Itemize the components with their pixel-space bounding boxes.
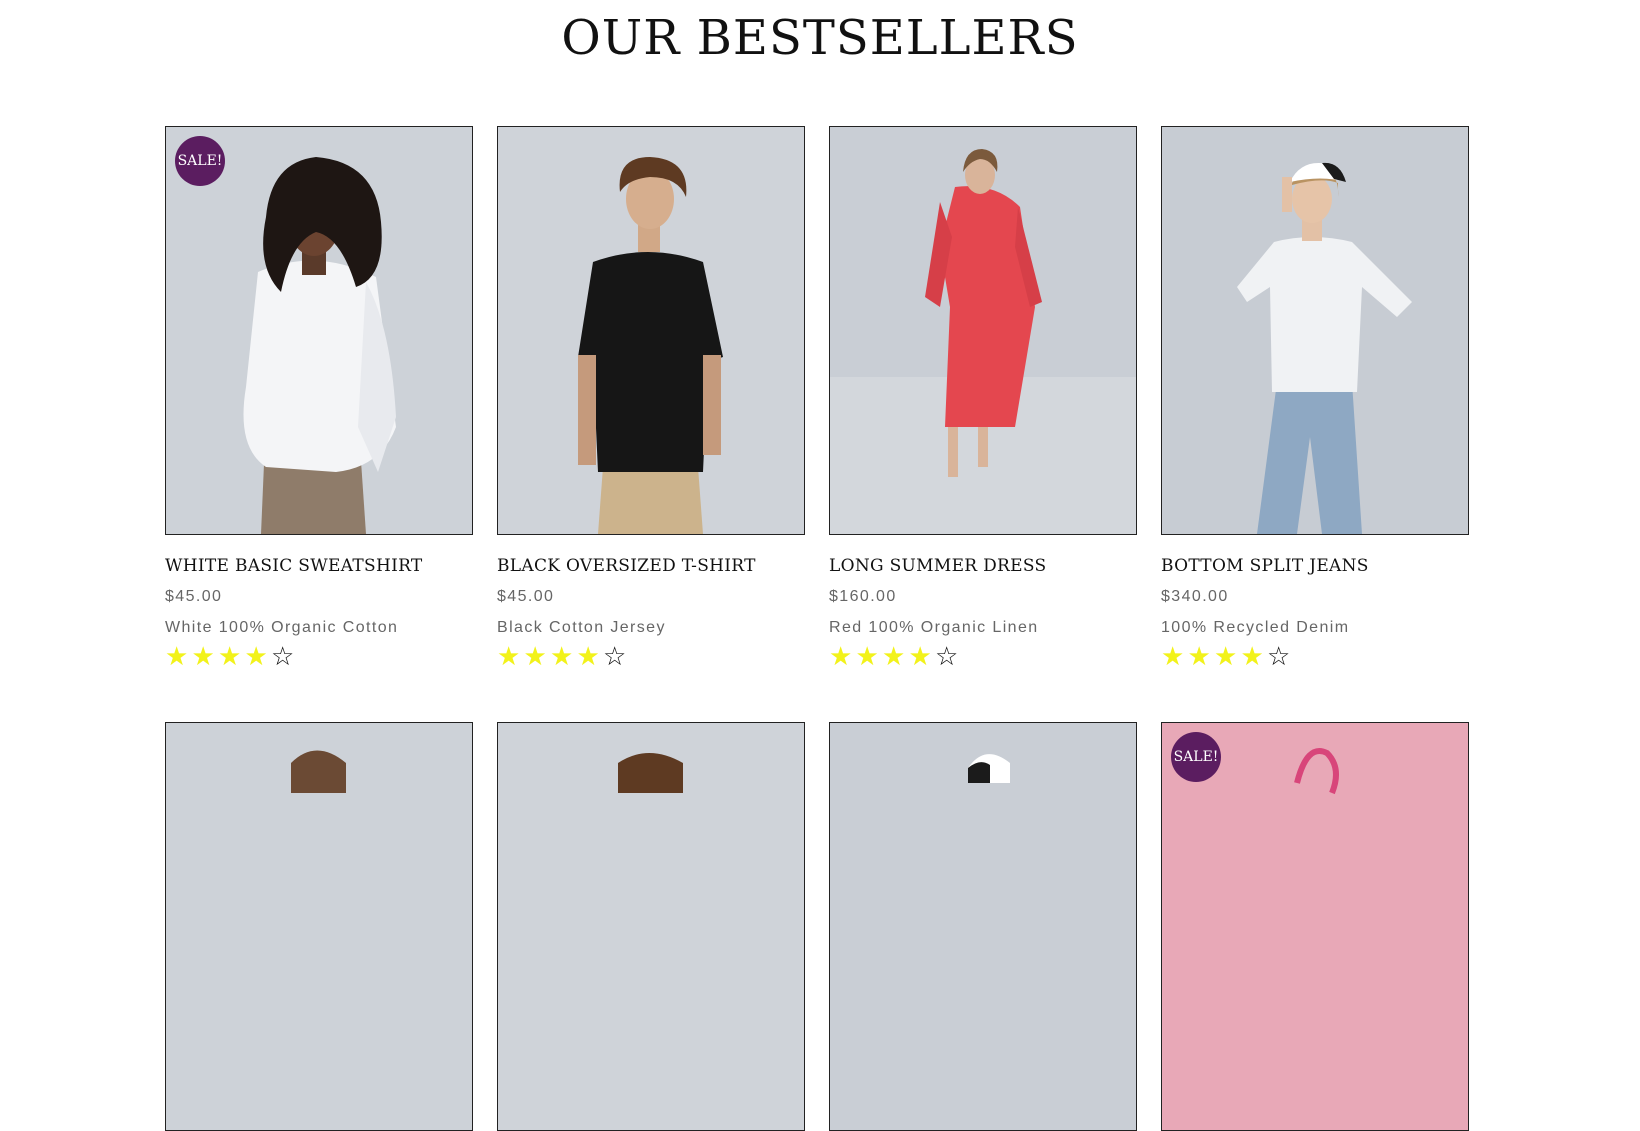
product-description: Red 100% Organic Linen <box>829 619 1039 636</box>
star-empty-icon: ☆ <box>935 641 959 671</box>
product-image[interactable]: SALE! <box>165 126 473 535</box>
star-filled-icon: ★ <box>1214 641 1238 671</box>
product-card[interactable]: LONG SUMMER DRESS $160.00 Red 100% Organ… <box>829 126 1137 669</box>
star-empty-icon: ☆ <box>271 641 295 671</box>
star-filled-icon: ★ <box>855 641 879 671</box>
product-card[interactable]: SALE! <box>1161 722 1469 1131</box>
product-price: $160.00 <box>829 588 897 605</box>
model-photo <box>830 723 1136 1130</box>
product-image[interactable] <box>1161 126 1469 535</box>
product-name[interactable]: LONG SUMMER DRESS <box>829 556 1137 576</box>
product-card[interactable] <box>829 722 1137 1131</box>
model-photo-split-jeans <box>1162 127 1468 534</box>
star-filled-icon: ★ <box>523 641 547 671</box>
star-empty-icon: ☆ <box>1267 641 1291 671</box>
sale-badge: SALE! <box>175 136 225 186</box>
product-image[interactable] <box>829 722 1137 1131</box>
page-title: OUR BESTSELLERS <box>561 10 1079 66</box>
rating-stars: ★ ★ ★ ★ ☆ <box>497 643 805 669</box>
product-image[interactable] <box>829 126 1137 535</box>
product-description: 100% Recycled Denim <box>1161 619 1350 636</box>
model-photo-red-dress <box>830 127 1136 534</box>
product-card[interactable]: BOTTOM SPLIT JEANS $340.00 100% Recycled… <box>1161 126 1469 669</box>
product-name[interactable]: BOTTOM SPLIT JEANS <box>1161 556 1469 576</box>
product-card[interactable]: SALE! WHITE BASIC SWEATSHIRT $45.00 Whit… <box>165 126 473 669</box>
product-image[interactable] <box>497 722 805 1131</box>
star-filled-icon: ★ <box>218 641 242 671</box>
product-description: White 100% Organic Cotton <box>165 619 399 636</box>
product-price: $340.00 <box>1161 588 1229 605</box>
star-filled-icon: ★ <box>244 641 268 671</box>
star-empty-icon: ☆ <box>603 641 627 671</box>
sale-badge: SALE! <box>1171 732 1221 782</box>
product-name[interactable]: WHITE BASIC SWEATSHIRT <box>165 556 473 576</box>
product-price: $45.00 <box>497 588 555 605</box>
product-card[interactable] <box>497 722 805 1131</box>
star-filled-icon: ★ <box>550 641 574 671</box>
star-filled-icon: ★ <box>829 641 853 671</box>
star-filled-icon: ★ <box>497 641 521 671</box>
product-price: $45.00 <box>165 588 223 605</box>
product-card[interactable]: BLACK OVERSIZED T-SHIRT $45.00 Black Cot… <box>497 126 805 669</box>
model-photo <box>498 723 804 1130</box>
star-filled-icon: ★ <box>165 641 189 671</box>
star-filled-icon: ★ <box>576 641 600 671</box>
product-image[interactable] <box>497 126 805 535</box>
star-filled-icon: ★ <box>1187 641 1211 671</box>
rating-stars: ★ ★ ★ ★ ☆ <box>829 643 1137 669</box>
star-filled-icon: ★ <box>191 641 215 671</box>
star-filled-icon: ★ <box>1240 641 1264 671</box>
star-filled-icon: ★ <box>882 641 906 671</box>
product-name[interactable]: BLACK OVERSIZED T-SHIRT <box>497 556 805 576</box>
product-image[interactable]: SALE! <box>1161 722 1469 1131</box>
star-filled-icon: ★ <box>908 641 932 671</box>
product-photo-pink-bag <box>1162 723 1468 1130</box>
model-photo-black-tshirt <box>498 127 804 534</box>
product-image[interactable] <box>165 722 473 1131</box>
rating-stars: ★ ★ ★ ★ ☆ <box>1161 643 1469 669</box>
model-photo-white-sweatshirt <box>166 127 472 534</box>
product-description: Black Cotton Jersey <box>497 619 666 636</box>
rating-stars: ★ ★ ★ ★ ☆ <box>165 643 473 669</box>
product-card[interactable] <box>165 722 473 1131</box>
star-filled-icon: ★ <box>1161 641 1185 671</box>
model-photo <box>166 723 472 1130</box>
